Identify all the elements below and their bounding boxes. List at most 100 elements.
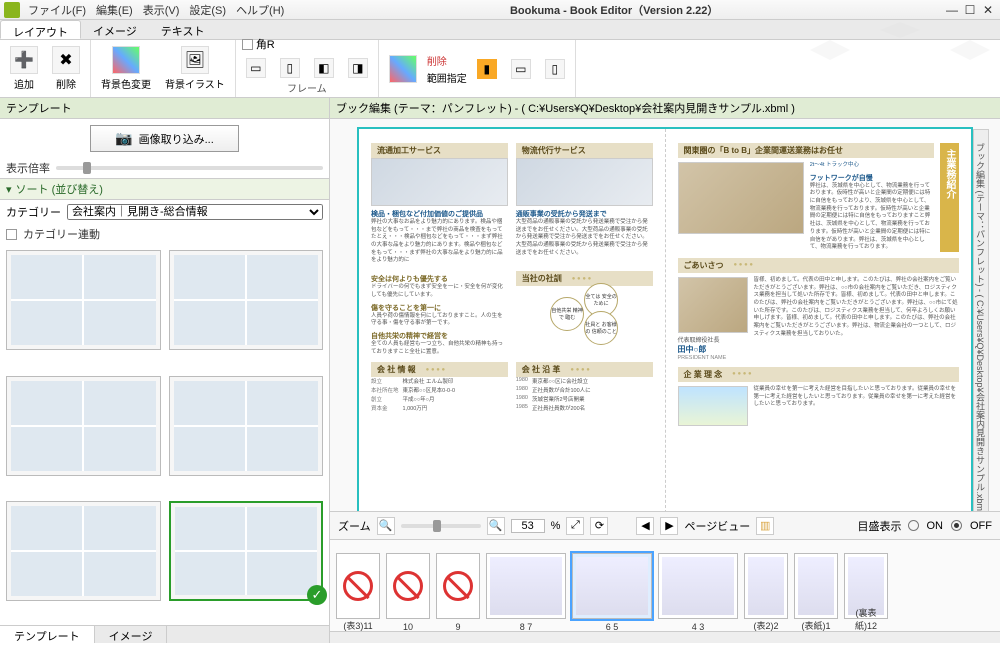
page-thumb[interactable]: 10 xyxy=(386,553,430,619)
frame-opt-1[interactable]: ▭ xyxy=(242,56,270,80)
ceo-name: 田中○郎 xyxy=(678,344,748,355)
menu-help[interactable]: ヘルプ(H) xyxy=(236,2,284,18)
category-select[interactable]: 会社案内｜見開き-総合情報 xyxy=(67,204,323,220)
sub-heading: 安全は何よりも優先する xyxy=(371,274,508,284)
page-thumb[interactable]: (表3)11 xyxy=(336,553,380,619)
app-icon xyxy=(4,2,20,18)
import-images-button[interactable]: 📷画像取り込み... xyxy=(90,125,239,152)
body-text: 大型荷品の通販事業の受託から発送業務で受注から発送までをお任せください。大型荷品… xyxy=(516,219,653,257)
page-thumb-label: (表3)11 xyxy=(337,619,379,632)
template-zoom-slider[interactable] xyxy=(56,166,323,170)
maximize-icon[interactable]: ☐ xyxy=(962,3,978,17)
pct-label: % xyxy=(551,520,561,532)
template-thumb-selected[interactable]: ✓ xyxy=(169,501,324,601)
guide-off-radio[interactable] xyxy=(951,520,962,531)
image-placeholder[interactable] xyxy=(678,386,748,426)
corner-r-checkbox[interactable] xyxy=(242,39,253,50)
section-head: 関東圏の「B to B」企業間運送業務はお任せ xyxy=(678,143,935,158)
section-head: ごあいさつ xyxy=(678,258,960,273)
menu-settings[interactable]: 設定(S) xyxy=(189,2,226,18)
add-button[interactable]: ➕追加 xyxy=(6,44,42,93)
page-spread[interactable]: ブック編集 (テーマ：パンフレット) - ( C:¥Users¥Q¥Deskto… xyxy=(357,127,973,511)
tab-image[interactable]: イメージ xyxy=(81,20,149,39)
sub-heading: 傷を守ることを第一に xyxy=(371,303,508,313)
range-tool-2[interactable]: ▭ xyxy=(507,57,535,81)
image-placeholder[interactable] xyxy=(678,162,804,234)
page-thumb[interactable]: 6 5 xyxy=(572,553,652,619)
editor-canvas[interactable]: ブック編集 (テーマ：パンフレット) - ( C:¥Users¥Q¥Deskto… xyxy=(330,119,1000,511)
page-thumb-label: 10 xyxy=(387,622,429,632)
body-text: 皆様、初めまして。代表の田中と申します。このたびは、弊社の会社案内をご覧いただき… xyxy=(754,277,960,361)
close-icon[interactable]: ✕ xyxy=(980,3,996,17)
page-thumb[interactable]: 9 xyxy=(436,553,480,619)
delete-label: 削除 xyxy=(427,53,467,68)
left-tab-template[interactable]: テンプレート xyxy=(0,626,95,643)
page-thumbnails: (表3)111098 76 54 3(表2)2(表紙)1(裏表紙)12 xyxy=(330,539,1000,631)
page-thumb-label: (裏表紙)12 xyxy=(845,606,887,632)
frame-opt-3[interactable]: ◧ xyxy=(310,56,338,80)
frame-opt-2[interactable]: ▯ xyxy=(276,56,304,80)
label: PRESIDENT NAME xyxy=(678,355,748,361)
minimize-icon[interactable]: — xyxy=(944,3,960,17)
page-thumb[interactable]: (裏表紙)12 xyxy=(844,553,888,619)
frame-opt-4[interactable]: ◨ xyxy=(344,56,372,80)
template-thumb[interactable] xyxy=(6,501,161,601)
template-thumb[interactable] xyxy=(169,376,324,476)
range-tool-1[interactable]: ▮ xyxy=(473,57,501,81)
zoom-fit-icon[interactable]: ⤢ xyxy=(566,517,584,535)
left-tab-image[interactable]: イメージ xyxy=(95,626,168,643)
page-thumb[interactable]: 8 7 xyxy=(486,553,566,619)
zoom-out-icon[interactable]: 🔍 xyxy=(377,517,395,535)
image-placeholder[interactable] xyxy=(371,158,508,206)
range-tool-3[interactable]: ▯ xyxy=(541,57,569,81)
tab-layout[interactable]: レイアウト xyxy=(0,20,81,39)
page-thumb[interactable]: 4 3 xyxy=(658,553,738,619)
range-label: 範囲指定 xyxy=(427,70,467,85)
page-thumb[interactable]: (表2)2 xyxy=(744,553,788,619)
body-text: 全ての人員も経営も一つ立ち、自他共栄の精神も持っておりますこと全社に置意。 xyxy=(371,341,508,356)
venn-diagram: 自他共栄 精神で 臨む 全ては 安全の ために 社員と お客様の 信頼のこと xyxy=(516,286,653,342)
page-prev-icon[interactable]: ◀ xyxy=(636,517,654,535)
page-thumb-label: 8 7 xyxy=(487,622,565,632)
body-text: 弊社は、茨城県を中心として、物流業務を行っております。仮時性が高いと企業間の定期… xyxy=(810,183,934,252)
menu-edit[interactable]: 編集(E) xyxy=(96,2,133,18)
guide-on-radio[interactable] xyxy=(908,520,919,531)
image-placeholder[interactable] xyxy=(516,158,653,206)
delete-layout-button[interactable]: ✖削除 xyxy=(48,44,84,93)
bg-color-button[interactable]: 背景色変更 xyxy=(97,44,155,93)
template-thumb[interactable] xyxy=(6,376,161,476)
section-head: 物流代行サービス xyxy=(516,143,653,158)
body-text: 従業員の幸せを第一に考えた経営を目指したいと思っております。従業員の幸せを第一に… xyxy=(754,386,960,426)
sort-header[interactable]: ▾ソート (並び替え) xyxy=(0,178,329,200)
zoom-label: ズーム xyxy=(338,518,371,534)
company-history: 1980東京都○○区に会社設立 1980正社員数が合計100人に 1980茨城営… xyxy=(516,377,653,412)
horizontal-scrollbar[interactable] xyxy=(330,631,1000,643)
sub-heading: 通販事業の受託から発送まで xyxy=(516,209,653,219)
image-placeholder[interactable] xyxy=(678,277,748,333)
zoom-value[interactable]: 53 xyxy=(511,519,545,533)
zoom-100-icon[interactable]: ⟳ xyxy=(590,517,608,535)
bg-illust-button[interactable]: 🖼背景イラスト xyxy=(161,44,229,93)
page-thumb[interactable]: (表紙)1 xyxy=(794,553,838,619)
page-thumb-label: (表紙)1 xyxy=(795,619,837,632)
page-thumb-label: 4 3 xyxy=(659,622,737,632)
window-title: Bookuma - Book Editor（Version 2.22） xyxy=(284,2,944,18)
tab-text[interactable]: テキスト xyxy=(149,20,217,39)
editor-panel: ブック編集 (テーマ：パンフレット) - ( C:¥Users¥Q¥Deskto… xyxy=(330,98,1000,643)
editor-panel-title: ブック編集 (テーマ：パンフレット) - ( C:¥Users¥Q¥Deskto… xyxy=(330,98,1000,119)
zoom-slider[interactable] xyxy=(401,524,481,528)
zoom-bar: ズーム 🔍 🔍 53 % ⤢ ⟳ ◀ ▶ ページビュー ▥ 目盛表示 ON OF… xyxy=(330,511,1000,539)
zoom-in-icon[interactable]: 🔍 xyxy=(487,517,505,535)
zoom-label: 表示倍率 xyxy=(6,160,50,176)
section-head: 企 業 理 念 xyxy=(678,367,960,382)
category-link-checkbox[interactable] xyxy=(6,229,17,240)
menu-file[interactable]: ファイル(F) xyxy=(28,2,86,18)
template-thumb[interactable] xyxy=(169,250,324,350)
sub-heading: 検品・梱包など付加価値のご提供品 xyxy=(371,209,508,219)
menu-view[interactable]: 表示(V) xyxy=(143,2,180,18)
book-icon[interactable]: ▥ xyxy=(756,517,774,535)
template-thumb[interactable] xyxy=(6,250,161,350)
page-next-icon[interactable]: ▶ xyxy=(660,517,678,535)
corner-r-label: 角R xyxy=(256,36,275,52)
range-color-button[interactable] xyxy=(385,53,421,85)
